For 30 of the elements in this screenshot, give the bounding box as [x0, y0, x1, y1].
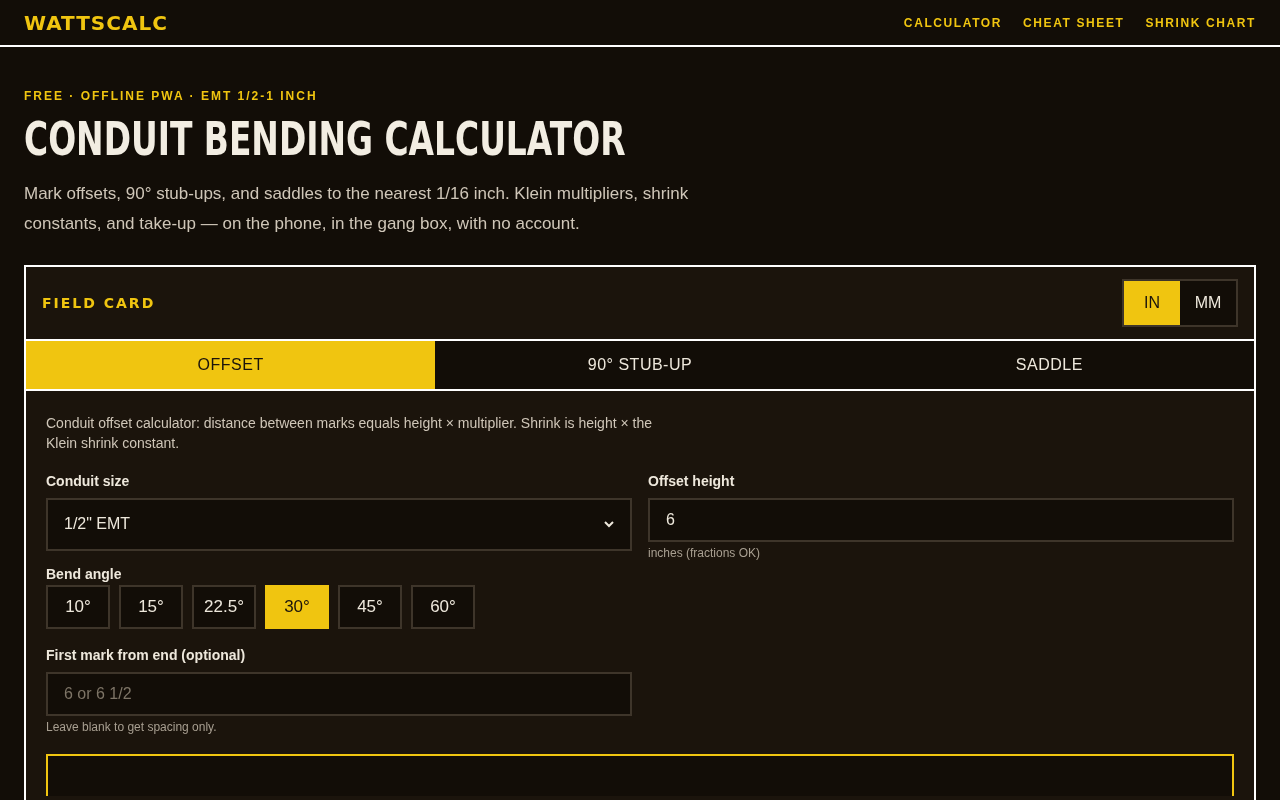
eyebrow-text: FREE · OFFLINE PWA · EMT 1/2-1 INCH — [24, 89, 319, 103]
field-label: Conduit size — [46, 472, 131, 489]
chevron-down-icon — [604, 520, 614, 528]
angle-option[interactable]: 15° — [119, 584, 183, 629]
intro-paragraph: Mark offsets, 90° stub-ups, and saddles to the nearest 1/16 inch. Klein multipliers, shrink constants, and take-up — on the phone, in the gang box, with no account. — [24, 182, 690, 235]
hint-text: inches (fractions OK) — [648, 545, 762, 560]
angle-option[interactable]: 60° — [411, 584, 475, 629]
angle-option[interactable]: 22.5° — [192, 584, 256, 629]
angle-option[interactable]: 45° — [338, 584, 402, 629]
angle-option[interactable]: 30° — [265, 584, 329, 629]
card-title: FIELD CARD — [42, 294, 156, 311]
page-title: CONDUIT BENDING CALCULATOR — [24, 113, 626, 165]
nav-link[interactable]: CHEAT SHEET — [1023, 15, 1125, 30]
description-text: Conduit offset calculator: distance between marks equals height × multiplier. Shrink is height × the Klein shrink constant. — [46, 413, 653, 453]
field-label: Bend angle — [46, 565, 123, 582]
first-mark-input[interactable]: 6 or 6 1/2 — [46, 671, 632, 716]
conduit-size-select[interactable]: 1/2" EMT — [46, 497, 632, 551]
tab[interactable]: SADDLE — [844, 340, 1254, 389]
hint-text: Leave blank to get spacing only. — [46, 719, 218, 734]
field-label: First mark from end (optional) — [46, 646, 247, 663]
angle-option[interactable]: 10° — [46, 584, 110, 629]
unit-toggle[interactable]: MM — [1180, 280, 1236, 325]
nav-link[interactable]: CALCULATOR — [903, 15, 1003, 30]
tab[interactable]: OFFSET — [26, 340, 436, 389]
tab[interactable]: 90° STUB-UP — [435, 340, 845, 389]
logo[interactable]: WATTSCALC — [24, 10, 168, 35]
nav-link[interactable]: SHRINK CHART — [1145, 15, 1256, 30]
unit-toggle[interactable]: IN — [1124, 280, 1180, 325]
offset-height-input[interactable]: 6 — [648, 497, 1234, 542]
field-label: Offset height — [648, 472, 736, 489]
